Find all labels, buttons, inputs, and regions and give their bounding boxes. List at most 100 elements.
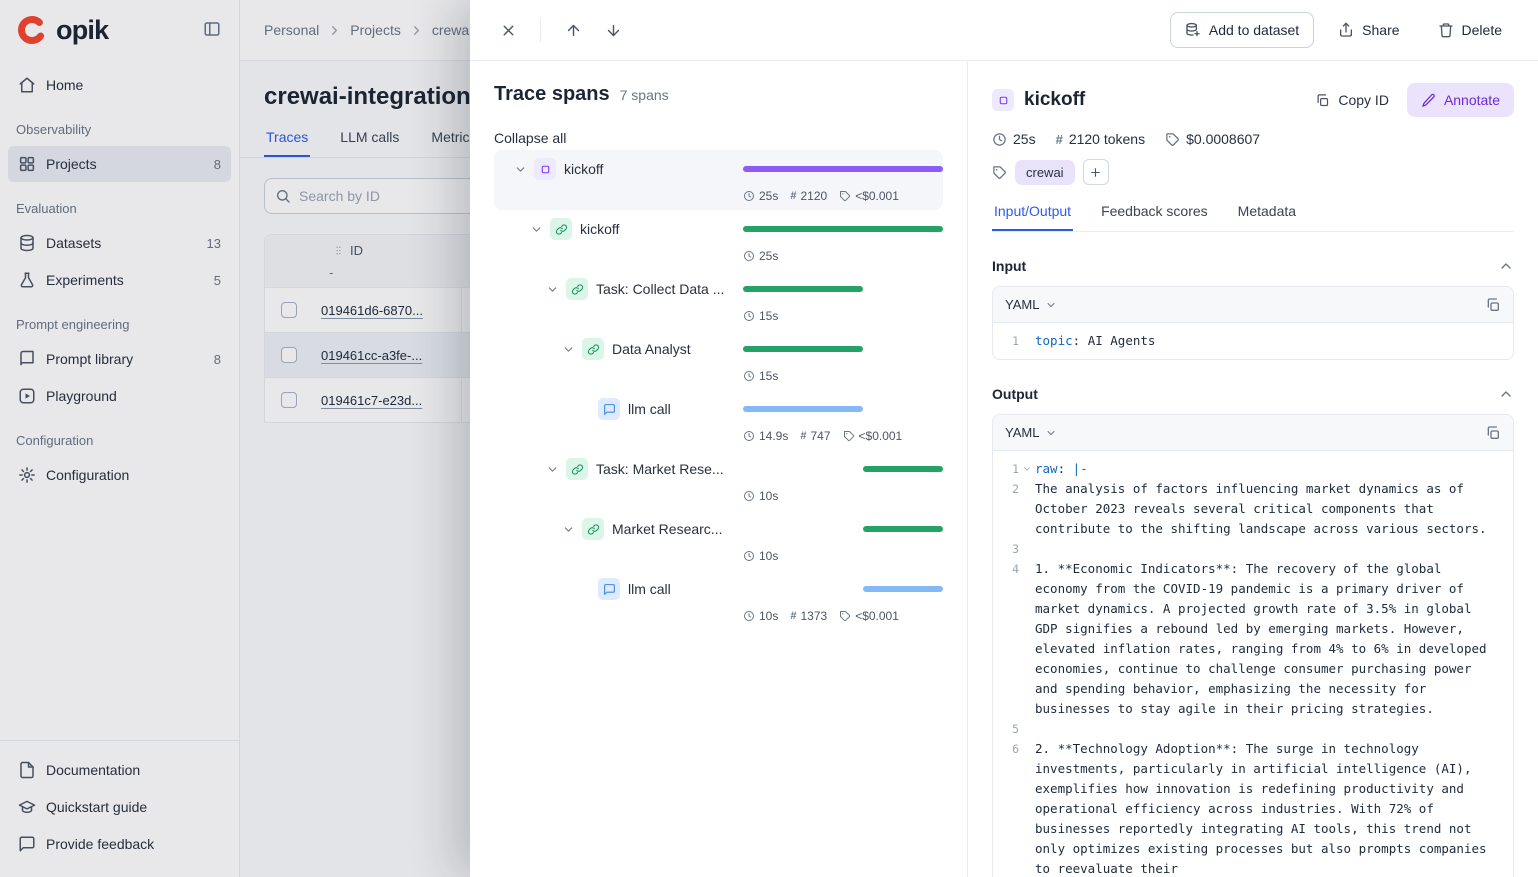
span-row-task-market-rese[interactable]: Task: Market Rese... 10s (494, 450, 943, 510)
code-text: topic: AI Agents (1035, 331, 1501, 351)
line-number: 6 (1005, 739, 1019, 877)
code-line: 4 1. **Economic Indicators**: The recove… (1005, 559, 1501, 719)
tag-chip[interactable]: crewai (1015, 160, 1075, 185)
span-name: kickoff (580, 221, 735, 237)
input-section-header[interactable]: Input (992, 254, 1514, 278)
format-select[interactable]: YAML (1005, 425, 1057, 440)
delete-button[interactable]: Delete (1424, 12, 1516, 48)
chevron-down-icon[interactable] (560, 341, 576, 357)
line-number: 1 (1005, 459, 1019, 479)
code-line: 1 raw: |- (1005, 459, 1501, 479)
copy-code-button[interactable] (1485, 425, 1501, 441)
next-trace-button[interactable] (597, 14, 629, 46)
span-tokens: #2120 (790, 189, 827, 203)
close-button[interactable] (492, 14, 524, 46)
clock-icon (743, 430, 755, 442)
clock-icon (743, 250, 755, 262)
tag-icon (843, 430, 855, 442)
span-duration: 10s (743, 549, 778, 563)
line-number: 5 (1005, 719, 1019, 739)
span-name: Task: Collect Data ... (596, 281, 735, 297)
duration-bar (743, 406, 943, 412)
code-text (1035, 539, 1501, 559)
add-to-dataset-button[interactable]: Add to dataset (1170, 12, 1314, 48)
chevron-down-icon (1045, 299, 1057, 311)
span-row-kickoff[interactable]: kickoff 25s (494, 210, 943, 270)
duration-bar (743, 526, 943, 532)
tag-icon (1165, 132, 1180, 147)
span-tree: kickoff 25s #2120 <$0.001 kickoff 25s Ta… (494, 150, 943, 630)
output-section-header[interactable]: Output (992, 382, 1514, 406)
chevron-up-icon (1498, 386, 1514, 402)
line-number: 3 (1005, 539, 1019, 559)
trace-icon (992, 89, 1014, 111)
cost-stat: $0.0008607 (1165, 131, 1260, 147)
fold-chevron-icon[interactable] (1019, 459, 1035, 479)
tags-row: crewai (992, 159, 1514, 185)
duration-bar (743, 346, 943, 352)
format-select[interactable]: YAML (1005, 297, 1057, 312)
detail-tab-input-output[interactable]: Input/Output (992, 203, 1073, 231)
toolbar-actions: Add to dataset Share Delete (1170, 12, 1516, 48)
chevron-down-icon[interactable] (528, 221, 544, 237)
tree-indent-spacer (576, 581, 592, 597)
span-stats: 14.9s #747 <$0.001 (743, 421, 943, 443)
annotate-button[interactable]: Annotate (1407, 83, 1514, 117)
chevron-up-icon (1498, 258, 1514, 274)
annotate-label: Annotate (1444, 92, 1500, 108)
span-cost: <$0.001 (839, 609, 899, 623)
hash-icon: # (1056, 132, 1063, 147)
output-code-card: YAML 1 raw: |- 2 The analysis of factors… (992, 414, 1514, 877)
add-tag-button[interactable] (1083, 159, 1109, 185)
fold-spacer (1019, 719, 1035, 739)
span-row-market-researc[interactable]: Market Researc... 10s (494, 510, 943, 570)
copy-code-button[interactable] (1485, 297, 1501, 313)
collapse-all-button[interactable]: Collapse all (494, 130, 566, 146)
line-number: 2 (1005, 479, 1019, 539)
copy-id-button[interactable]: Copy ID (1315, 92, 1389, 108)
clock-icon (743, 550, 755, 562)
detail-tab-feedback-scores[interactable]: Feedback scores (1099, 203, 1210, 231)
span-row-kickoff[interactable]: kickoff 25s #2120 <$0.001 (494, 150, 943, 210)
input-code-card: YAML 1 topic: AI Agents (992, 286, 1514, 360)
link-icon (582, 338, 604, 360)
span-stats: 25s #2120 <$0.001 (743, 181, 943, 203)
trash-icon (1438, 22, 1454, 38)
span-stats: 15s (743, 361, 943, 383)
chat-bubble-icon (598, 398, 620, 420)
span-stats: 10s (743, 541, 943, 563)
span-row-data-analyst[interactable]: Data Analyst 15s (494, 330, 943, 390)
trace-detail-modal: Add to dataset Share Delete Trace spans … (470, 0, 1538, 877)
output-section-title: Output (992, 386, 1038, 402)
input-code: 1 topic: AI Agents (993, 323, 1513, 359)
span-stats: 10s (743, 481, 943, 503)
code-line: 6 2. **Technology Adoption**: The surge … (1005, 739, 1501, 877)
span-duration: 14.9s (743, 429, 788, 443)
detail-tab-metadata[interactable]: Metadata (1236, 203, 1298, 231)
span-stats: 25s (743, 241, 943, 263)
span-duration: 10s (743, 489, 778, 503)
fold-spacer (1019, 479, 1035, 539)
chat-bubble-icon (598, 578, 620, 600)
span-stats: 15s (743, 301, 943, 323)
arrow-down-icon (605, 22, 622, 39)
share-button[interactable]: Share (1324, 12, 1413, 48)
span-row-task-collect-data[interactable]: Task: Collect Data ... 15s (494, 270, 943, 330)
hash-icon: # (790, 190, 796, 202)
span-title: kickoff (1024, 89, 1305, 111)
spans-count: 7 spans (620, 87, 669, 103)
trace-icon (534, 158, 556, 180)
span-row-llm-call[interactable]: llm call 10s #1373 <$0.001 (494, 570, 943, 630)
span-name: Task: Market Rese... (596, 461, 735, 477)
chevron-down-icon[interactable] (560, 521, 576, 537)
chevron-down-icon[interactable] (512, 161, 528, 177)
previous-trace-button[interactable] (557, 14, 589, 46)
chevron-down-icon[interactable] (544, 461, 560, 477)
code-text: 1. **Economic Indicators**: The recovery… (1035, 559, 1501, 719)
duration-bar (743, 286, 943, 292)
span-row-llm-call[interactable]: llm call 14.9s #747 <$0.001 (494, 390, 943, 450)
modal-backdrop[interactable] (0, 0, 470, 877)
clock-icon (743, 490, 755, 502)
close-icon (500, 22, 517, 39)
chevron-down-icon[interactable] (544, 281, 560, 297)
